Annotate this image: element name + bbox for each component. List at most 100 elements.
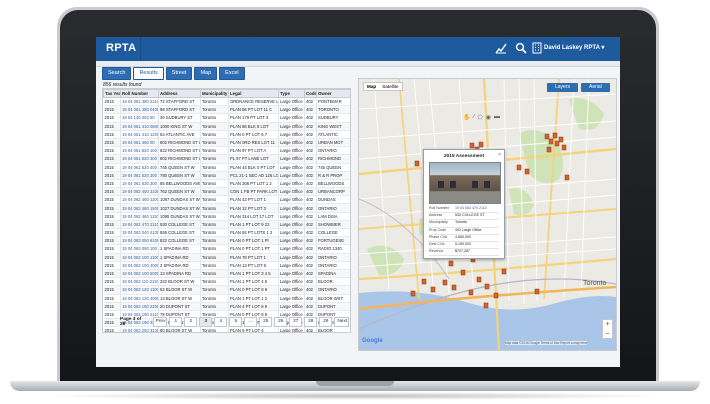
table-row[interactable]: 2015 19 04 062 460 1100 1087 DUNDAS ST W To… — [103, 195, 350, 205]
table-row[interactable]: 2015 19 04 063 100 4000 3 SPADINA RD Toront… — [103, 261, 350, 270]
page-button[interactable]: 28 — [304, 317, 318, 327]
table-cell[interactable]: 19 04 061 410 0500 — [120, 122, 159, 131]
page-button[interactable]: 5 — [229, 317, 243, 327]
polygon-icon[interactable]: ⬠ — [478, 114, 483, 121]
table-cell[interactable]: 19 04 062 450 3100 — [120, 187, 159, 197]
table-cell[interactable]: 19 04 063 120 1100 — [120, 285, 159, 295]
table-row[interactable]: 2015 19 04 062 460 1500 1027 DUNDAS ST W To… — [103, 203, 350, 213]
column-header[interactable]: Type — [278, 89, 305, 98]
table-cell[interactable]: 19 04 061 530 300 — [120, 179, 159, 189]
table-row[interactable]: 2015 19 04 062 470 2110 530 COLLEGE ST Toro… — [103, 220, 350, 230]
building-icon[interactable] — [532, 42, 542, 58]
table-row[interactable]: 2015 19 04 140 302 50 30 SUDBURY ST Toronto… — [103, 113, 350, 123]
column-header[interactable]: Owner — [316, 89, 350, 98]
table-cell[interactable]: 19 04 062 460 1500 — [120, 203, 159, 213]
table-row[interactable]: 2015 19 04 063 100 1100 1 SPADINA RD Toront… — [103, 253, 350, 262]
table-row[interactable]: 2015 19 04 063 090 100 1 SPADINA RD Toronto… — [103, 244, 350, 254]
popup-close-button[interactable]: × — [498, 152, 501, 158]
table-cell[interactable]: 19 04 061 380 0400 — [120, 105, 159, 115]
table-cell[interactable]: 19 04 062 460 1100 — [120, 195, 159, 205]
table-cell: 2015 — [103, 146, 121, 156]
map-type-satellite[interactable]: Satellite — [379, 83, 401, 90]
page-button[interactable]: 2 — [184, 317, 198, 327]
next-page-button[interactable]: Next — [334, 317, 349, 327]
tab-excel[interactable]: Excel — [219, 67, 245, 80]
table-cell[interactable]: 19 04 063 100 4000 — [120, 261, 159, 270]
tab-results[interactable]: Results — [133, 67, 164, 80]
table-cell[interactable]: 19 04 140 302 50 — [120, 113, 159, 123]
tab-search[interactable]: Search — [102, 67, 132, 80]
search-icon[interactable] — [515, 42, 527, 58]
chart-icon[interactable] — [495, 42, 507, 58]
line-icon[interactable]: ∕ — [473, 114, 474, 121]
table-cell[interactable]: 19 04 061 460 00 — [120, 138, 159, 148]
table-cell[interactable]: 19 04 062 470 2110 — [120, 220, 159, 230]
table-row[interactable]: 2015 19 04 061 520 300 802 RICHMOND ST W To… — [103, 154, 350, 164]
table-cell[interactable]: 19 04 063 090 100 — [120, 244, 159, 254]
table-cell[interactable]: 19 04 063 100 1100 — [120, 253, 159, 262]
map-view[interactable]: Map Satellite ✋ ∕ ⬠ ◉ ▬ Layers Aerial To… — [358, 78, 617, 351]
table-row[interactable]: 2015 19 04 063 050 6100 822 COLLEGE ST Toro… — [103, 236, 350, 246]
column-header[interactable]: Legal — [228, 89, 279, 98]
table-row[interactable]: 2015 19 04 061 410 1200 54 ATLANTIC AVE Tor… — [103, 130, 350, 139]
table-row[interactable]: 2015 19 04 061 530 300 85 BELLWOODS AVE Tor… — [103, 179, 350, 189]
table-cell: 13 BLOOR ST W — [158, 294, 201, 303]
page-button[interactable]: 1 — [169, 317, 183, 327]
table-row[interactable]: 2015 19 04 061 380 2110 72 STAFFORD ST Toro… — [103, 97, 350, 107]
page-button[interactable]: 29 — [319, 317, 333, 327]
table-row[interactable]: 2015 19 04 063 040 4100 555 COLLEGE ST Toro… — [103, 228, 350, 238]
layers-button[interactable]: Layers — [547, 83, 579, 92]
popup-field-value[interactable]: 19 04 063 470 2110 — [455, 206, 487, 212]
hand-icon[interactable]: ✋ — [463, 114, 470, 121]
table-row[interactable]: 2015 19 04 061 520 300 780 QUEEN ST W Toron… — [103, 171, 350, 180]
zoom-in-button[interactable]: + — [603, 320, 612, 329]
user-menu[interactable]: David Laskey RPTA ▾ — [544, 44, 604, 51]
table-cell[interactable]: 19 04 063 050 6100 — [120, 236, 159, 246]
table-row[interactable]: 2015 19 04 061 380 0400 98 STAFFORD ST Toro… — [103, 105, 350, 115]
table-row[interactable]: 2015 19 04 062 460 1110 1095 DUNDAS ST W To… — [103, 212, 350, 221]
page-button[interactable]: 4 — [214, 317, 228, 327]
tab-map[interactable]: Map — [194, 67, 218, 80]
table-row[interactable]: 2015 19 04 061 520 400 745 QUEEN ST W Toron… — [103, 163, 350, 172]
table-cell[interactable]: 19 04 061 380 2110 — [120, 97, 159, 107]
map-attribution[interactable]: Map data ©2015 Google Terms of Use Repor… — [505, 341, 588, 345]
page-button[interactable]: 26 — [274, 317, 288, 327]
table-cell[interactable]: 19 04 061 520 100 — [120, 146, 159, 156]
table-row[interactable]: 2015 19 04 063 120 1100 52 BLOOR ST W Toron… — [103, 285, 350, 295]
ruler-icon[interactable]: ▬ — [494, 114, 500, 121]
prev-page-button[interactable]: Prev — [152, 317, 168, 327]
table-cell[interactable]: 19 04 061 410 1200 — [120, 130, 159, 139]
column-header[interactable]: Code — [304, 89, 317, 98]
table-row[interactable]: 2015 19 04 063 120 4000 13 BLOOR ST W Toron… — [103, 294, 350, 303]
column-header[interactable]: Roll Number — [120, 89, 159, 98]
table-cell[interactable]: 19 04 063 180 2200 — [120, 302, 159, 311]
table-cell[interactable]: 19 04 061 520 400 — [120, 163, 159, 172]
column-header[interactable]: Address — [158, 89, 201, 98]
table-row[interactable]: 2015 19 04 061 520 100 822 RICHMOND ST W To… — [103, 146, 350, 156]
zoom-out-button[interactable]: – — [603, 329, 612, 338]
table-cell[interactable]: 19 04 063 110 2110 — [120, 277, 159, 287]
table-cell[interactable]: 19 04 061 520 300 — [120, 154, 159, 164]
column-header[interactable]: Municipality — [200, 89, 229, 98]
table-cell[interactable]: 19 04 061 520 300 — [120, 171, 159, 180]
table-cell[interactable]: 19 04 062 460 1110 — [120, 212, 159, 221]
tab-street[interactable]: Street — [165, 67, 193, 80]
column-header[interactable]: Tax Year — [103, 89, 121, 98]
table-cell[interactable]: 19 04 063 040 4100 — [120, 228, 159, 238]
table-row[interactable]: 2015 19 04 061 460 00 802 RICHMOND ST W Tor… — [103, 138, 350, 148]
table-cell[interactable]: 19 04 063 120 4000 — [120, 294, 159, 303]
page-button[interactable]: 27 — [289, 317, 303, 327]
table-row[interactable]: 2015 19 04 063 110 2110 322 BLOOR ST W Toro… — [103, 277, 350, 287]
aerial-button[interactable]: Aerial — [581, 83, 610, 92]
page-button[interactable]: ... — [244, 317, 258, 327]
table-row[interactable]: 2015 19 04 062 450 3100 762 QUEEN ST W Toro… — [103, 187, 350, 197]
map-type-map[interactable]: Map — [364, 83, 379, 90]
page-button[interactable]: 25 — [259, 317, 273, 327]
page-button[interactable]: 3 — [199, 317, 213, 327]
marker-icon[interactable]: ◉ — [486, 114, 491, 121]
table-row[interactable]: 2015 19 04 061 410 0500 1000 KING ST W Toro… — [103, 122, 350, 131]
table-cell[interactable]: 19 04 063 100 5000 — [120, 269, 159, 279]
table-cell: Toronto — [200, 220, 229, 230]
table-row[interactable]: 2015 19 04 063 100 5000 13 SPADINA RD Toron… — [103, 269, 350, 279]
table-row[interactable]: 2015 19 04 063 180 2200 20 DUPONT ST Toront… — [103, 302, 350, 311]
